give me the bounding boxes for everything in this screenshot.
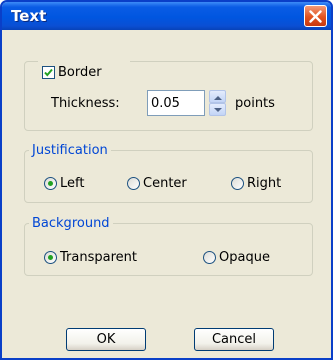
border-checkbox[interactable] — [42, 66, 55, 79]
spin-up-button[interactable] — [209, 90, 226, 103]
border-label: Border — [58, 65, 102, 80]
justification-group: Justification — [24, 143, 313, 203]
justify-right-option[interactable]: Right — [231, 176, 281, 191]
border-checkbox-row[interactable]: Border — [42, 65, 102, 80]
justify-left-radio[interactable] — [44, 177, 57, 190]
justify-left-option[interactable]: Left — [44, 176, 84, 191]
close-button[interactable] — [304, 5, 327, 27]
justify-right-label: Right — [247, 176, 282, 191]
justify-center-label: Center — [143, 176, 187, 191]
thickness-unit: points — [235, 96, 275, 111]
border-legend-gap — [38, 60, 130, 66]
dialog-window: Text Border Thickness: 0.05 points Justi… — [0, 0, 333, 360]
window-title: Text — [11, 7, 47, 25]
thickness-label: Thickness: — [51, 96, 120, 111]
checkmark-icon — [44, 68, 53, 77]
bg-opaque-label: Opaque — [219, 250, 270, 265]
close-icon — [309, 10, 322, 23]
bg-opaque-option[interactable]: Opaque — [203, 250, 270, 265]
thickness-input[interactable] — [147, 90, 205, 116]
justify-center-radio[interactable] — [127, 177, 140, 190]
dialog-body: Border Thickness: points Justification L… — [2, 30, 331, 358]
title-bar[interactable]: Text — [2, 2, 331, 30]
spin-down-button[interactable] — [209, 103, 226, 116]
bg-opaque-radio[interactable] — [203, 251, 216, 264]
cancel-button[interactable]: Cancel — [194, 328, 274, 351]
thickness-spinner[interactable] — [209, 90, 226, 116]
justification-legend: Justification — [32, 143, 108, 158]
ok-button[interactable]: OK — [66, 328, 146, 351]
background-group: Background — [24, 216, 313, 276]
arrow-down-icon — [214, 108, 222, 112]
bg-transparent-radio[interactable] — [44, 251, 57, 264]
background-legend: Background — [32, 216, 110, 231]
justify-right-radio[interactable] — [231, 177, 244, 190]
arrow-up-icon — [214, 96, 222, 100]
justify-left-label: Left — [60, 176, 85, 191]
justify-center-option[interactable]: Center — [127, 176, 187, 191]
bg-transparent-option[interactable]: Transparent — [44, 250, 137, 265]
bg-transparent-label: Transparent — [60, 250, 137, 265]
